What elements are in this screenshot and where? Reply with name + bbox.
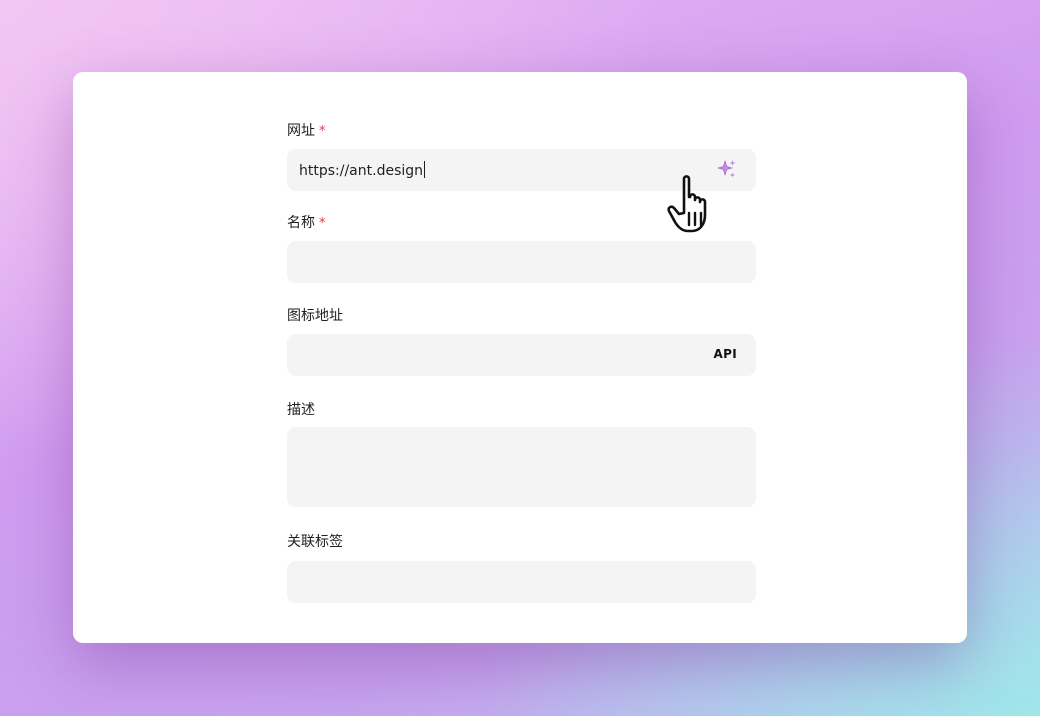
tags-select[interactable] xyxy=(287,561,756,603)
description-label-text: 描述 xyxy=(287,402,315,418)
required-mark: * xyxy=(319,216,326,231)
tags-label-text: 关联标签 xyxy=(287,534,343,550)
icon-url-input[interactable]: API xyxy=(287,334,756,376)
api-button[interactable]: API xyxy=(714,347,737,361)
tags-label: 关联标签 xyxy=(287,533,343,551)
url-value-text: https://ant.design xyxy=(299,163,424,179)
name-label: 名称 * xyxy=(287,214,326,233)
text-caret xyxy=(424,161,426,178)
icon-url-label: 图标地址 xyxy=(287,307,343,325)
required-mark: * xyxy=(319,124,326,139)
description-textarea[interactable] xyxy=(287,427,756,507)
form-card: 网址 * https://ant.design 名称 * 图标地址 API 描述… xyxy=(73,72,967,643)
pointer-hand-icon xyxy=(667,175,707,233)
url-label-text: 网址 xyxy=(287,123,315,139)
name-label-text: 名称 xyxy=(287,215,315,231)
url-label: 网址 * xyxy=(287,122,326,141)
name-input[interactable] xyxy=(287,241,756,283)
icon-url-label-text: 图标地址 xyxy=(287,308,343,324)
url-input-value: https://ant.design xyxy=(299,161,426,180)
description-label: 描述 xyxy=(287,401,315,419)
